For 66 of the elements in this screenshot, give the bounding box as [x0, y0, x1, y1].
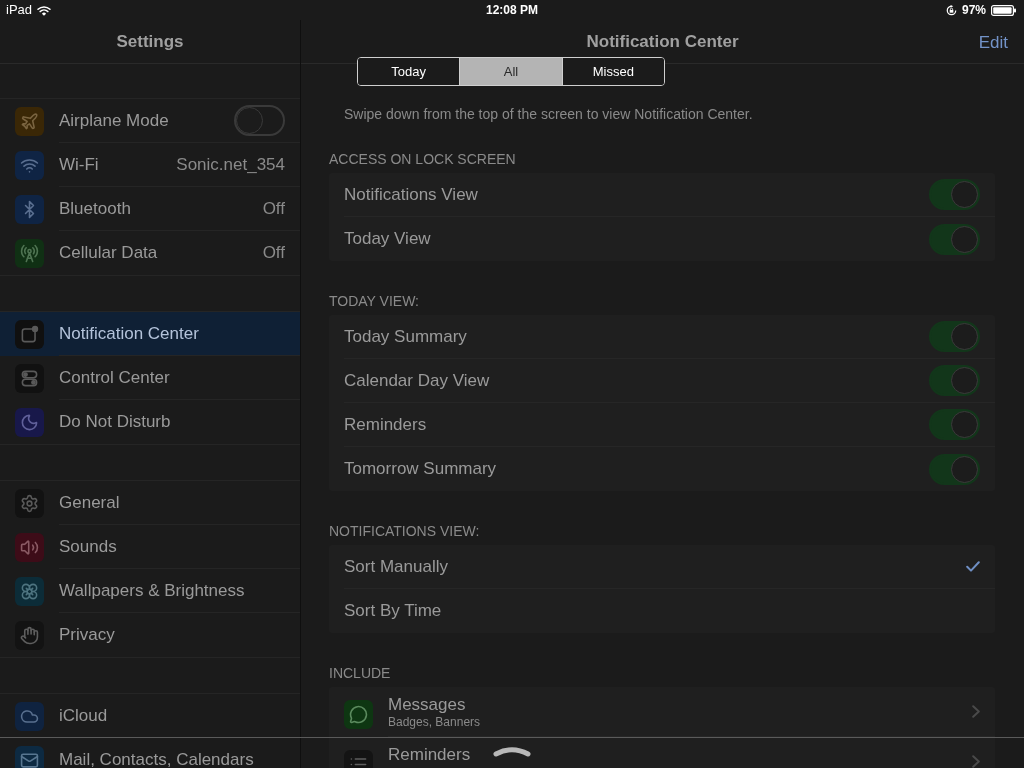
segment-tab[interactable]: All	[459, 58, 562, 85]
app-row[interactable]: Reminders	[329, 737, 995, 768]
toggle-switch[interactable]	[929, 321, 980, 352]
navigation-title: Notification Center	[586, 30, 739, 53]
rotation-lock-icon	[945, 4, 957, 16]
sidebar-item[interactable]: Wi-Fi Sonic.net_354	[0, 143, 300, 187]
sidebar-item[interactable]: Do Not Disturb	[0, 400, 300, 444]
moon-icon	[15, 407, 44, 437]
sidebar-item[interactable]: Cellular Data Off	[0, 231, 300, 275]
setting-label: Notifications View	[344, 183, 478, 206]
toggle-switch[interactable]	[929, 223, 980, 255]
setting-label: Today Summary	[344, 325, 467, 348]
device-name: iPad	[6, 1, 33, 20]
subtitle-text: Badges, Banners	[388, 715, 481, 730]
clock-time: 12:08 PM	[485, 2, 538, 19]
option-row[interactable]: Sort Manually	[344, 545, 995, 589]
wifi-icon	[15, 150, 44, 180]
wifi-signal-icon	[37, 4, 52, 16]
speaker-icon	[15, 532, 44, 562]
bluetooth-icon	[15, 194, 44, 224]
setting-label: Reminders	[344, 413, 427, 436]
description-text: Swipe down from the top of the screen to view Notification Center.	[343, 105, 754, 123]
toggle-switch[interactable]	[929, 409, 980, 440]
checkmark-icon	[966, 561, 980, 572]
toggle-switch[interactable]	[929, 365, 980, 396]
toggle-switch[interactable]	[929, 453, 980, 485]
edit-button[interactable]: Edit	[978, 30, 1008, 56]
toggle-switch[interactable]	[929, 179, 980, 210]
section-header: NOTIFICATIONS VIEW:	[328, 523, 481, 540]
speech-bubble-icon	[344, 700, 373, 729]
sidebar-item[interactable]: Wallpapers & Brightness	[0, 569, 300, 613]
value-text: Off	[262, 197, 285, 220]
sidebar-item[interactable]: Sounds	[0, 525, 300, 569]
envelope-icon	[15, 745, 44, 768]
value-text: Sonic.net_354	[176, 153, 285, 176]
switches-icon	[15, 363, 44, 393]
toggle-switch[interactable]	[234, 105, 285, 136]
hand-icon	[15, 620, 44, 650]
chevron-right-icon	[972, 705, 980, 718]
radio-tower-icon	[15, 238, 44, 268]
section-header: INCLUDE	[328, 665, 392, 682]
flower-icon	[15, 576, 44, 606]
navigation-title: Settings	[116, 30, 184, 53]
battery-percent: 97%	[961, 2, 986, 19]
segment-tab[interactable]: Missed	[561, 58, 664, 85]
chevron-right-icon	[972, 755, 980, 768]
value-text: Off	[262, 242, 285, 265]
segment-tab[interactable]: Today	[358, 58, 460, 85]
sidebar-item[interactable]: Mail, Contacts, Calendars	[0, 738, 300, 768]
sidebar-item[interactable]: Control Center	[0, 356, 300, 400]
setting-label: Tomorrow Summary	[344, 458, 497, 481]
sidebar-item[interactable]: Bluetooth Off	[0, 187, 300, 231]
section-header: ACCESS ON LOCK SCREEN	[328, 151, 517, 168]
battery-icon	[991, 4, 1016, 16]
gear-icon	[15, 488, 44, 518]
cloud-icon	[15, 701, 44, 731]
section-header: TODAY VIEW:	[328, 293, 420, 310]
airplane-icon	[15, 106, 44, 136]
sidebar-item[interactable]: Airplane Mode	[0, 99, 300, 143]
sidebar-item[interactable]: Notification Center	[0, 312, 300, 356]
setting-label: Calendar Day View	[344, 369, 490, 392]
sidebar-item[interactable]: General	[0, 481, 300, 525]
sidebar-item[interactable]: Privacy	[0, 613, 300, 657]
grabber-handle-icon[interactable]	[493, 745, 531, 757]
option-row[interactable]: Sort By Time	[344, 589, 995, 633]
setting-label: Today View	[344, 228, 431, 251]
